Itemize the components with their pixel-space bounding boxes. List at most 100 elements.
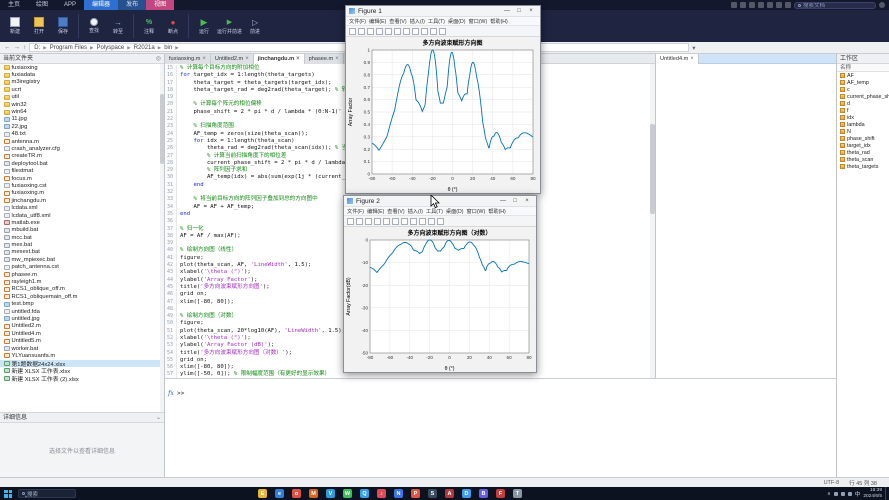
workspace-variable[interactable]: AF: [837, 72, 889, 79]
file-item[interactable]: antenna.m: [0, 138, 164, 145]
figure-menu-5[interactable]: 桌面(D): [448, 18, 466, 25]
new-figure-icon[interactable]: [347, 218, 354, 225]
link-icon[interactable]: [385, 28, 392, 35]
figure-menu-4[interactable]: 工具(T): [428, 18, 445, 25]
doc-search-box[interactable]: 搜索文档: [794, 2, 876, 9]
toolstrip-tab-1[interactable]: 绘图: [28, 0, 56, 10]
undo-icon[interactable]: [767, 2, 773, 8]
file-item[interactable]: win64: [0, 108, 164, 115]
insert-legend-icon[interactable]: [437, 218, 444, 225]
file-item[interactable]: phasee.m: [0, 271, 164, 278]
ribbon-new-script-button[interactable]: 新建: [4, 11, 26, 41]
workspace-variable[interactable]: N: [837, 128, 889, 135]
file-item[interactable]: 22.jpg: [0, 123, 164, 130]
save-icon[interactable]: [731, 2, 737, 8]
ime-indicator[interactable]: 中: [855, 490, 861, 498]
code-area-second[interactable]: [656, 64, 836, 378]
file-item[interactable]: mbuild.bat: [0, 227, 164, 234]
figure-menu-7[interactable]: 帮助(H): [490, 18, 508, 25]
toolstrip-tab-2[interactable]: APP: [56, 0, 84, 10]
taskbar-app-netdisk[interactable]: N: [394, 489, 403, 498]
file-item[interactable]: win32: [0, 101, 164, 108]
datatip-icon[interactable]: [430, 28, 437, 35]
file-item[interactable]: fuxiadata: [0, 71, 164, 78]
zoom-out-icon[interactable]: [403, 28, 410, 35]
breadcrumb-segment[interactable]: R2021a: [133, 45, 156, 51]
panel-options-icon[interactable]: ◎: [156, 54, 161, 64]
file-item[interactable]: 新建 XLSX 工作表.xlsx: [0, 367, 164, 374]
workspace-variable[interactable]: d: [837, 100, 889, 107]
file-item[interactable]: mw_mpiexec.bat: [0, 256, 164, 263]
taskbar-app-notepad[interactable]: T: [513, 489, 522, 498]
ribbon-find-button[interactable]: 查找: [83, 11, 105, 41]
workspace-variable[interactable]: c: [837, 86, 889, 93]
close-tab-icon[interactable]: ×: [202, 55, 206, 64]
editor-tab-1[interactable]: Untitled2.m×: [211, 54, 254, 64]
cut-icon[interactable]: [740, 2, 746, 8]
taskbar-app-wps[interactable]: P: [411, 489, 420, 498]
file-item[interactable]: ucrt: [0, 86, 164, 93]
paste-icon[interactable]: [758, 2, 764, 8]
ribbon-comment-button[interactable]: 注释: [138, 11, 160, 41]
figure-menu-3[interactable]: 插入(I): [410, 18, 425, 25]
minimize-button[interactable]: —: [497, 196, 509, 206]
file-item[interactable]: Untitled2.m: [0, 323, 164, 330]
close-tab-icon[interactable]: ×: [245, 55, 249, 64]
user-avatar-icon[interactable]: [879, 2, 885, 8]
close-tab-icon[interactable]: ×: [296, 55, 300, 64]
redo-icon[interactable]: [776, 2, 782, 8]
workspace-variable[interactable]: lambda: [837, 121, 889, 128]
workspace-variable[interactable]: theta_targets: [837, 163, 889, 170]
workspace-variable[interactable]: AF_temp: [837, 79, 889, 86]
tray-expand-icon[interactable]: ∧: [827, 491, 831, 497]
zoom-in-icon[interactable]: [392, 218, 399, 225]
file-item[interactable]: YLYuansuanfa.m: [0, 352, 164, 359]
copy-icon[interactable]: [749, 2, 755, 8]
file-item[interactable]: createTR.m: [0, 153, 164, 160]
figure-menu-3[interactable]: 插入(I): [408, 208, 423, 215]
file-item[interactable]: 第1题数据24x24.xlsx: [0, 360, 164, 367]
toolstrip-tab-3[interactable]: 编辑器: [84, 0, 118, 10]
file-item[interactable]: matlab.exe: [0, 219, 164, 226]
workspace-variable[interactable]: theta_rad: [837, 149, 889, 156]
pan-icon[interactable]: [410, 218, 417, 225]
file-item[interactable]: mexext.bat: [0, 249, 164, 256]
file-item[interactable]: fuxiaoxing.m: [0, 190, 164, 197]
save-icon[interactable]: [365, 218, 372, 225]
taskbar-app-edge-browser[interactable]: e: [275, 489, 284, 498]
ribbon-breakpoint-button[interactable]: 断点: [162, 11, 184, 41]
rotate-icon[interactable]: [419, 218, 426, 225]
plot-axes[interactable]: -80-60-40-2002040608000.10.20.30.40.50.6…: [346, 37, 540, 193]
new-figure-icon[interactable]: [349, 28, 356, 35]
datatip-icon[interactable]: [428, 218, 435, 225]
help-icon[interactable]: [785, 2, 791, 8]
taskbar-app-wechat[interactable]: W: [343, 489, 352, 498]
workspace-variable[interactable]: f: [837, 107, 889, 114]
ribbon-open-button[interactable]: 打开: [28, 11, 50, 41]
editor-tab-untitled4[interactable]: Untitled4.m ×: [656, 54, 699, 64]
figure-menu-0[interactable]: 文件(F): [347, 208, 364, 215]
file-item[interactable]: rayleigh1.m: [0, 278, 164, 285]
workspace-variable[interactable]: current_phase_shift: [837, 93, 889, 100]
volume-icon[interactable]: [841, 492, 845, 496]
taskbar-app-cad[interactable]: A: [445, 489, 454, 498]
workspace-variable[interactable]: target_idx: [837, 142, 889, 149]
ribbon-goto-button[interactable]: 转至: [107, 11, 129, 41]
figure-titlebar[interactable]: Figure 1 — □ ×: [346, 6, 540, 17]
toolstrip-tab-4[interactable]: 发布: [118, 0, 146, 10]
taskbar-app-music[interactable]: ♪: [377, 489, 386, 498]
taskbar-app-steam[interactable]: S: [428, 489, 437, 498]
figure-menu-1[interactable]: 编辑(E): [367, 208, 384, 215]
toolstrip-tab-5[interactable]: 视图: [146, 0, 174, 10]
file-list-scrollbar[interactable]: [160, 64, 164, 412]
toolstrip-tab-0[interactable]: 主页: [0, 0, 28, 10]
file-item[interactable]: focus.m: [0, 175, 164, 182]
zoom-out-icon[interactable]: [401, 218, 408, 225]
minimize-button[interactable]: —: [501, 6, 513, 16]
network-icon[interactable]: [834, 492, 838, 496]
workspace-column-header[interactable]: 名称: [837, 64, 889, 72]
close-button[interactable]: ×: [525, 6, 537, 16]
open-icon[interactable]: [356, 218, 363, 225]
maximize-button[interactable]: □: [513, 6, 525, 16]
back-button[interactable]: ←: [4, 44, 11, 51]
